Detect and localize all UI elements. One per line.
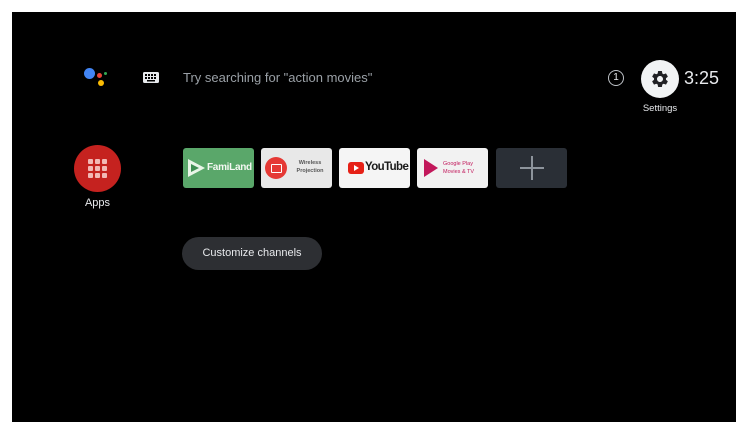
famiiand-logo-icon xyxy=(188,159,205,177)
channel-tile-famiiand[interactable]: FamiLand xyxy=(183,148,254,188)
wireless-projection-icon xyxy=(265,157,287,179)
plus-icon xyxy=(520,156,544,180)
google-play-movies-icon xyxy=(424,159,438,177)
channel-label: Google Play Movies & TV xyxy=(443,161,475,175)
customize-channels-button[interactable]: Customize channels xyxy=(182,237,322,270)
gear-icon xyxy=(652,70,668,87)
channel-tile-wireless-projection[interactable]: Wireless Projection xyxy=(261,148,332,188)
settings-label: Settings xyxy=(642,103,678,114)
channel-tile-youtube[interactable]: YouTube xyxy=(339,148,410,188)
apps-label: Apps xyxy=(84,197,111,209)
youtube-play-icon xyxy=(348,162,364,174)
add-channel-tile[interactable] xyxy=(496,148,567,188)
channel-tile-google-play-movies[interactable]: Google Play Movies & TV xyxy=(417,148,488,188)
channel-label: FamiLand xyxy=(207,162,252,173)
channel-label: Wireless Projection xyxy=(296,160,324,174)
settings-button[interactable] xyxy=(641,60,679,98)
apps-button[interactable] xyxy=(74,145,121,192)
tv-home-screen xyxy=(12,12,736,422)
notification-count: 1 xyxy=(613,72,619,83)
keyboard-icon[interactable] xyxy=(143,72,159,83)
notifications-button[interactable]: 1 xyxy=(608,70,624,86)
search-hint[interactable]: Try searching for "action movies" xyxy=(183,70,372,85)
google-assistant-icon[interactable] xyxy=(84,67,110,91)
channel-label: YouTube xyxy=(365,161,409,173)
apps-grid-icon xyxy=(88,159,107,178)
clock: 3:25 xyxy=(684,68,720,88)
